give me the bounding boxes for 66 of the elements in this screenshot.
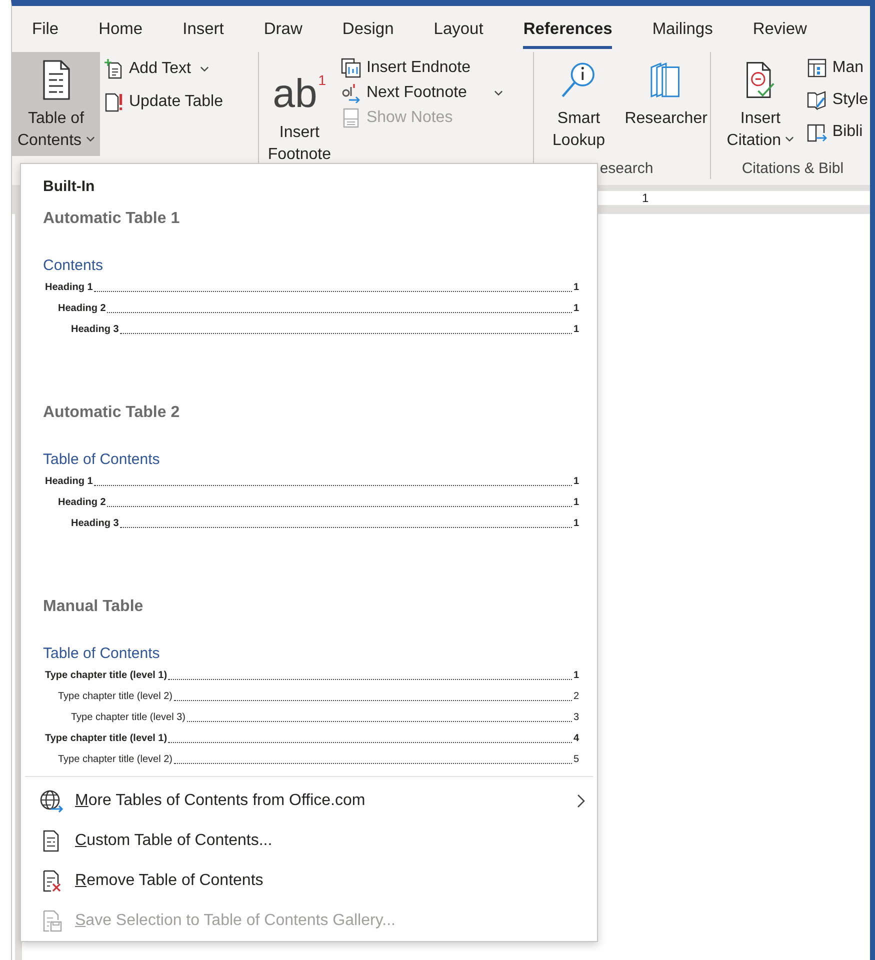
gallery-title: Manual Table (43, 598, 144, 617)
ribbon-tab[interactable]: Review (752, 20, 807, 49)
gallery-item[interactable]: Manual Table Table of Contents Type chapter title (level 1) 1 Type chapter title (level 2) 2 Type chapter title (level 3) 3 Type chapter title (level 1) 4 Type chapter title (level 2) 5 (43, 598, 579, 776)
gallery-item[interactable]: Automatic Table 1 Contents Heading 1 1 Heading 2 1 Heading 3 1 (43, 210, 579, 398)
toc-entry: Heading 3 (71, 517, 119, 531)
ribbon-tab[interactable]: Insert (182, 20, 224, 49)
toc-entry: Type chapter title (level 1) (45, 732, 168, 746)
page-number: 1 (573, 302, 579, 316)
menu-item[interactable]: Remove Table of Contents (21, 861, 597, 901)
update-icon (104, 92, 124, 112)
ribbon-button[interactable]: Man (805, 52, 870, 84)
ribbon-button[interactable]: Researcher (622, 52, 710, 156)
endnote-icon (341, 58, 362, 78)
page-number: 3 (573, 711, 579, 725)
ribbon-tab[interactable]: File (32, 20, 59, 49)
page-number: 1 (573, 517, 579, 531)
preview-title: Contents (43, 257, 104, 276)
ribbon-button[interactable]: Update Table (100, 85, 227, 118)
menu-item[interactable]: Custom Table of Contents... (21, 821, 597, 861)
group-label: esearch (600, 160, 654, 177)
book-brush-icon (807, 90, 828, 110)
page-number: 1 (573, 475, 579, 489)
ribbon-tab[interactable]: Draw (264, 20, 302, 49)
page-number: 1 (573, 496, 579, 510)
preview-title: Table of Contents (43, 645, 161, 664)
ribbon-tab[interactable]: References (523, 20, 612, 49)
gallery-title: Automatic Table 2 (43, 404, 181, 423)
ribbon-tab[interactable]: Mailings (652, 20, 713, 49)
next-footnote-icon (341, 83, 362, 103)
gallery-item[interactable]: Automatic Table 2 Table of Contents Heading 1 1 Heading 2 1 Heading 3 1 (43, 404, 579, 592)
toc-entry: Type chapter title (level 1) (45, 669, 168, 683)
page-number: 1 (573, 669, 579, 683)
ribbon-tab[interactable]: Layout (434, 20, 484, 49)
toc-entry: Heading 1 (45, 281, 93, 295)
toc-entry: Type chapter title (level 2) (58, 690, 172, 704)
menu-item[interactable]: More Tables of Contents from Office.com (21, 781, 597, 821)
globe-icon (39, 789, 63, 813)
page-number: 5 (573, 753, 579, 767)
ribbon-button[interactable]: Insert Citation (715, 52, 806, 156)
toc-entry: Heading 3 (71, 323, 119, 337)
ribbon-button[interactable]: Style (805, 84, 870, 116)
ribbon-button[interactable]: Bibli (805, 116, 870, 148)
page-number: 1 (573, 323, 579, 337)
page-number: 4 (573, 732, 579, 746)
ribbon-button[interactable]: Next Footnote (337, 81, 507, 105)
group-label: Citations & Bibl (742, 160, 844, 177)
book-arrow-icon (807, 122, 828, 142)
gallery-title: Automatic Table 1 (43, 210, 181, 229)
toc-entry: Heading 2 (58, 302, 106, 316)
footnote-icon: ab$^{1}$ (272, 58, 326, 116)
page-number: 2 (573, 690, 579, 704)
toc-entry: Type chapter title (level 2) (58, 753, 172, 767)
preview-title: Table of Contents (43, 451, 161, 470)
notes-icon (341, 108, 362, 128)
toc-entry: Type chapter title (level 3) (71, 711, 186, 725)
page-number: 1 (573, 281, 579, 295)
toc-entry: Heading 1 (45, 475, 93, 489)
ribbon-tab[interactable]: Design (342, 20, 394, 49)
ribbon-button[interactable]: Table of Contents (12, 52, 100, 156)
table-icon (807, 58, 828, 78)
ribbon-button[interactable]: Smart Lookup (536, 52, 622, 156)
ribbon-tab[interactable]: Home (98, 20, 143, 49)
ribbon-button[interactable]: Insert Endnote (337, 56, 507, 80)
ribbon-button[interactable]: Add Text (100, 52, 227, 85)
add-text-icon (104, 58, 124, 78)
toc-entry: Heading 2 (58, 496, 106, 510)
